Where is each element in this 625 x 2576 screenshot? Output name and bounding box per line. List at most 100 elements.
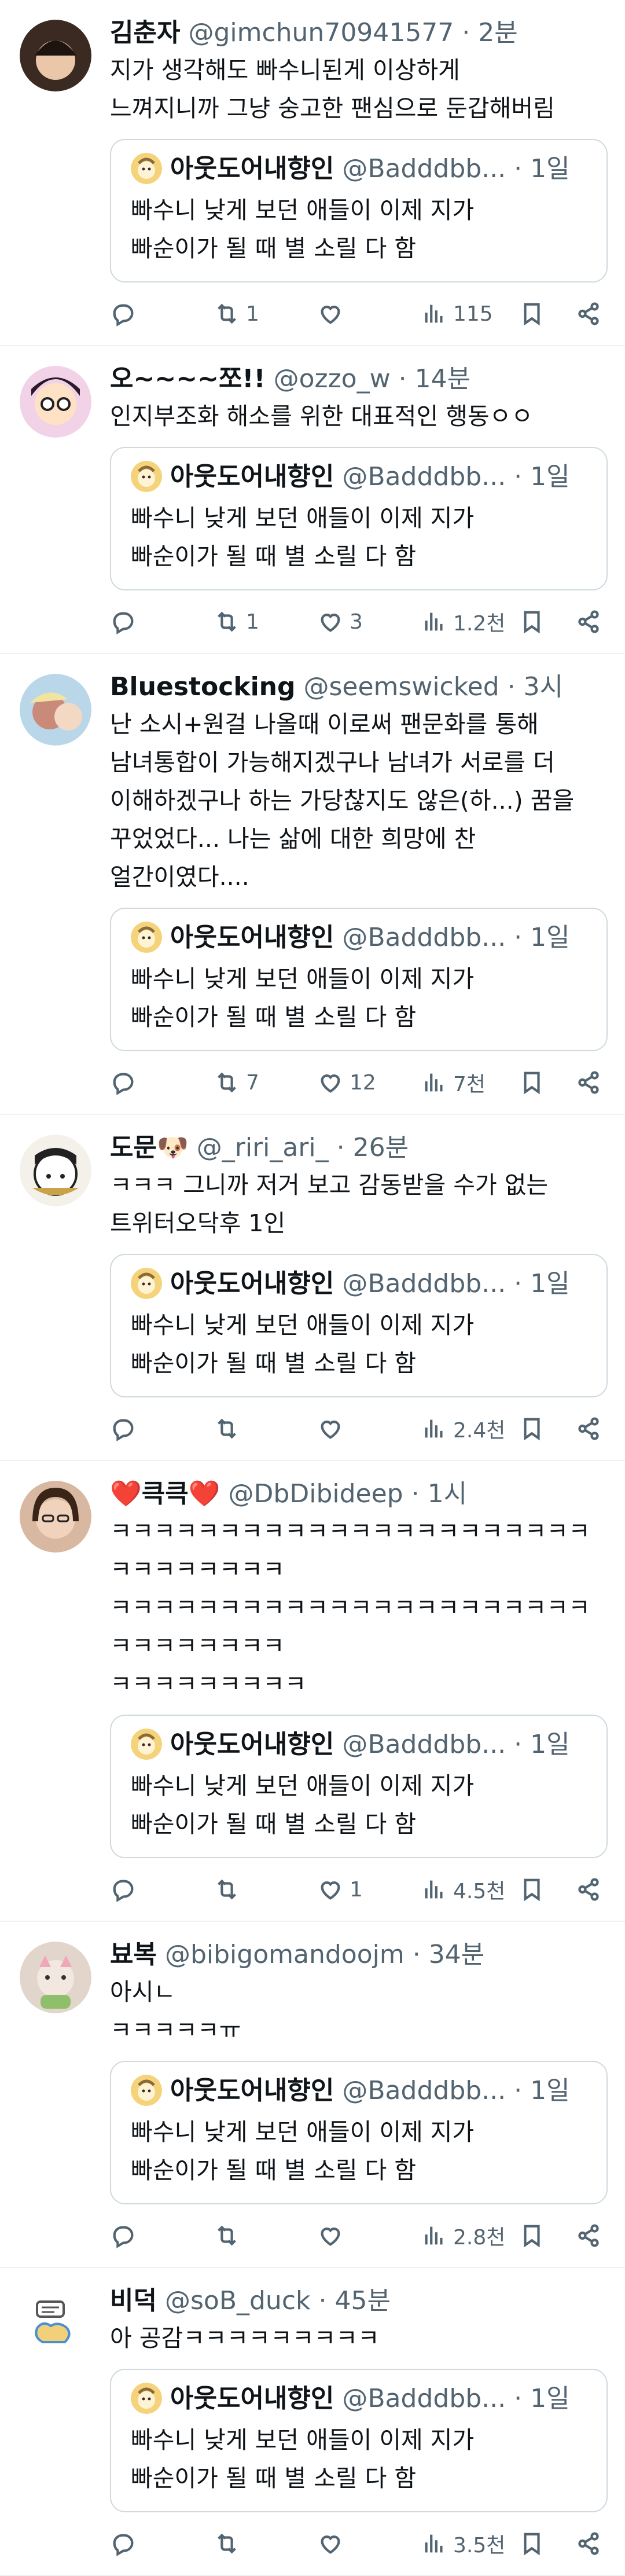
handle[interactable]: @seemswicked [303,672,499,702]
retweet-count: 1 [246,302,259,326]
bookmark-icon[interactable] [519,2222,545,2249]
handle[interactable]: @ozzo_w [274,364,391,394]
timestamp[interactable]: 14분 [415,364,470,394]
reply-button[interactable] [110,1069,203,1096]
share-icon[interactable] [575,1069,602,1096]
tweet-header: ❤️큭큭❤️ @DbDibideep · 1시 [110,1476,608,1512]
analytics-icon [425,1419,443,1438]
share-icon[interactable] [575,1415,602,1442]
views-button[interactable]: 3.5천 [421,2529,508,2559]
quoted-tweet[interactable]: 아웃도어내향인 @Badddbb... · 1일 빠수니 낮게 보던 애들이 이… [110,2061,608,2204]
reply-button[interactable] [110,2222,203,2249]
like-button[interactable]: 3 [317,608,410,635]
avatar[interactable] [20,2288,91,2360]
display-name[interactable]: 오~~~~쪼!! [110,364,266,394]
retweet-button[interactable] [214,2222,306,2249]
handle[interactable]: @soB_duck [165,2286,311,2316]
display-name[interactable]: 김춘자 [110,18,180,47]
heart-icon [321,2535,340,2554]
views-button[interactable]: 2.4천 [421,1414,508,1444]
display-name[interactable]: ❤️큭큭❤️ [110,1479,220,1509]
views-button[interactable]: 2.8천 [421,2221,508,2251]
share-icon[interactable] [575,300,602,327]
tweet[interactable]: 비덕 @soB_duck · 45분 아 공감ㅋㅋㅋㅋㅋㅋㅋㅋㅋ 아웃도어내향인… [0,2268,625,2576]
display-name[interactable]: Bluestocking [110,672,295,702]
like-button[interactable] [317,2222,410,2249]
right-actions [519,608,602,635]
handle[interactable]: @bibigomandoojm [165,1940,405,1969]
right-actions [519,2222,602,2249]
reply-button[interactable] [110,608,203,635]
quoted-tweet[interactable]: 아웃도어내향인 @Badddbb... · 1일 빠수니 낮게 보던 애들이 이… [110,447,608,590]
views-button[interactable]: 1.2천 [421,607,508,637]
tweet[interactable]: 오~~~~쪼!! @ozzo_w · 14분 인지부조화 해소를 위한 대표적인… [0,346,625,654]
separator-dot: · [514,462,523,491]
heart-icon [321,1881,340,1900]
timestamp[interactable]: 34분 [429,1940,484,1969]
retweet-button[interactable] [214,1876,306,1903]
like-button[interactable] [317,2530,410,2557]
retweet-button[interactable] [214,2530,306,2557]
like-button[interactable]: 12 [317,1069,410,1096]
handle[interactable]: @DbDibideep [229,1479,403,1509]
share-icon[interactable] [575,2222,602,2249]
avatar[interactable] [20,674,91,746]
bookmark-icon[interactable] [519,2530,545,2557]
handle[interactable]: @_riri_ari_ [197,1133,329,1162]
right-actions [519,1069,602,1096]
quoted-tweet[interactable]: 아웃도어내향인 @Badddbb... · 1일 빠수니 낮게 보던 애들이 이… [110,908,608,1051]
tweet[interactable]: 김춘자 @gimchun70941577 · 2분 지가 생각해도 빠수니된게 … [0,0,625,346]
quoted-tweet[interactable]: 아웃도어내향인 @Badddbb... · 1일 빠수니 낮게 보던 애들이 이… [110,2369,608,2512]
quoted-tweet[interactable]: 아웃도어내향인 @Badddbb... · 1일 빠수니 낮게 보던 애들이 이… [110,1715,608,1858]
tweet[interactable]: ❤️큭큭❤️ @DbDibideep · 1시 ㅋㅋㅋㅋㅋㅋㅋㅋㅋㅋㅋㅋㅋㅋㅋㅋ… [0,1461,625,1922]
separator-dot: · [336,1133,345,1162]
handle[interactable]: @gimchun70941577 [188,18,454,47]
retweet-button[interactable]: 1 [214,608,306,635]
separator-dot: · [412,1940,421,1969]
avatar[interactable] [20,1135,91,1206]
timestamp[interactable]: 2분 [478,18,517,47]
retweet-button[interactable]: 7 [214,1069,306,1096]
like-count: 12 [350,1070,376,1095]
tweet[interactable]: Bluestocking @seemswicked · 3시 난 소시+원걸 나… [0,654,625,1115]
bookmark-icon[interactable] [519,1415,545,1442]
bookmark-icon[interactable] [519,1876,545,1903]
share-icon[interactable] [575,2530,602,2557]
display-name[interactable]: 뵤복 [110,1940,157,1969]
retweet-button[interactable]: 1 [214,300,306,327]
reply-button[interactable] [110,1876,203,1903]
analytics-icon [425,612,443,631]
bookmark-icon[interactable] [519,608,545,635]
views-button[interactable]: 7천 [421,1067,508,1098]
like-button[interactable] [317,1415,410,1442]
like-button[interactable] [317,300,410,327]
reply-button[interactable] [110,1415,203,1442]
timestamp[interactable]: 3시 [524,672,563,702]
timestamp[interactable]: 45분 [335,2286,391,2316]
reply-button[interactable] [110,300,203,327]
timestamp[interactable]: 26분 [353,1133,409,1162]
timestamp[interactable]: 1시 [428,1479,467,1509]
share-icon[interactable] [575,608,602,635]
view-count: 1.2천 [453,612,506,636]
bookmark-icon[interactable] [519,1069,545,1096]
avatar[interactable] [20,20,91,91]
quoted-tweet[interactable]: 아웃도어내향인 @Badddbb... · 1일 빠수니 낮게 보던 애들이 이… [110,139,608,282]
views-button[interactable]: 4.5천 [421,1874,508,1905]
avatar[interactable] [20,366,91,438]
avatar[interactable] [20,1942,91,2013]
avatar[interactable] [20,1481,91,1553]
display-name[interactable]: 비덕 [110,2286,157,2316]
reply-button[interactable] [110,2530,203,2557]
retweet-button[interactable] [214,1415,306,1442]
views-button[interactable]: 115 [421,300,508,327]
like-button[interactable]: 1 [317,1876,410,1903]
reply-icon [113,2226,134,2248]
quoted-tweet[interactable]: 아웃도어내향인 @Badddbb... · 1일 빠수니 낮게 보던 애들이 이… [110,1254,608,1397]
tweet[interactable]: 도문🐶 @_riri_ari_ · 26분 ㅋㅋㅋ 그니까 저거 보고 감동받을… [0,1115,625,1461]
retweet-icon [218,1418,236,1439]
share-icon[interactable] [575,1876,602,1903]
display-name[interactable]: 도문🐶 [110,1133,189,1162]
tweet[interactable]: 뵤복 @bibigomandoojm · 34분 아시ㄴ ㅋㅋㅋㅋㅋㅠ 아웃도어… [0,1922,625,2268]
bookmark-icon[interactable] [519,300,545,327]
